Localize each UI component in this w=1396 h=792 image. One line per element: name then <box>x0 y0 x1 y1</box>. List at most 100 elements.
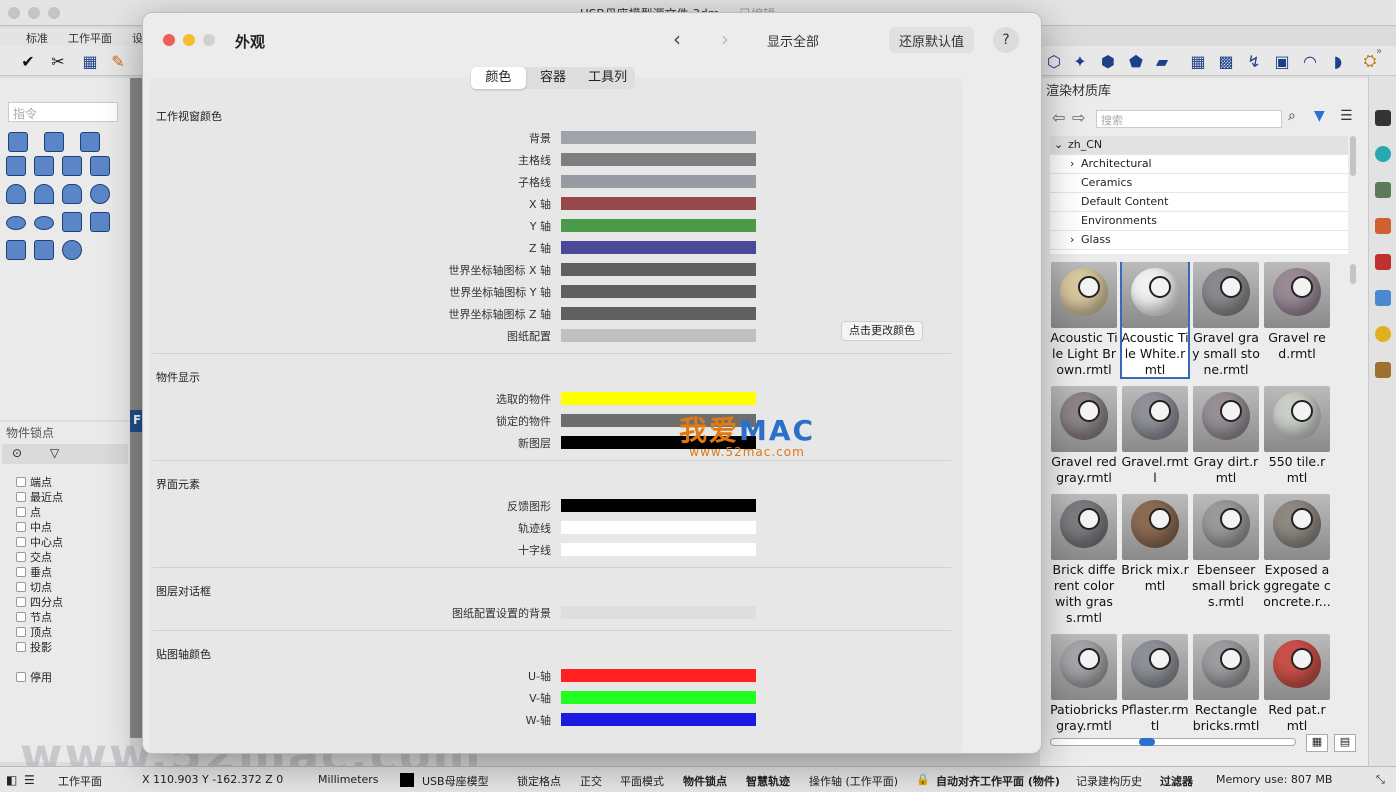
color-grid-icon[interactable] <box>1375 254 1391 270</box>
color-swatch[interactable] <box>561 713 756 726</box>
resize-icon[interactable]: ⤡ <box>1376 773 1385 787</box>
grid-view-icon[interactable]: ▦ <box>1306 734 1328 752</box>
tab-toolbars[interactable]: 工具列 <box>580 67 635 89</box>
control-points-icon[interactable] <box>62 240 82 260</box>
status-gumball[interactable]: 操作轴 (工作平面) <box>809 773 898 789</box>
command-input[interactable]: 指令 <box>8 102 118 122</box>
library-search-input[interactable]: 搜索 <box>1096 110 1282 128</box>
color-swatch[interactable] <box>561 543 756 556</box>
material-thumbnail[interactable]: Pflaster.rmtl <box>1121 634 1189 734</box>
lock-icon[interactable]: 🔒 <box>916 773 930 786</box>
color-swatch[interactable] <box>561 197 756 210</box>
bend-icon[interactable]: ↯ <box>1242 49 1266 73</box>
color-swatch[interactable] <box>561 175 756 188</box>
osnap-quad[interactable]: 四分点 <box>16 594 63 610</box>
torus-icon[interactable] <box>34 216 54 230</box>
color-swatch[interactable] <box>561 606 756 619</box>
texture-icon[interactable] <box>1375 290 1391 306</box>
light-icon[interactable] <box>1375 218 1391 234</box>
color-swatch[interactable] <box>561 153 756 166</box>
material-thumbnail[interactable]: Brick different color with grass.rmtl <box>1050 494 1118 626</box>
sparkle-icon[interactable]: ✦ <box>1068 49 1092 73</box>
material-thumbnail[interactable]: Brick mix.rmtl <box>1121 494 1189 594</box>
pipe-icon[interactable] <box>62 212 82 232</box>
material-thumbnail[interactable]: Gravel red gray.rmtl <box>1050 386 1118 486</box>
back-arrow-icon[interactable]: ⇦ <box>1052 108 1065 127</box>
list-icon[interactable]: ☰ <box>24 773 35 787</box>
osnap-point[interactable]: 点 <box>16 504 41 520</box>
osnap-project[interactable]: 投影 <box>16 639 52 655</box>
thumbnail-size-slider[interactable] <box>1050 738 1296 746</box>
box-icon[interactable] <box>90 156 110 176</box>
restore-defaults-button[interactable]: 还原默认值 <box>889 27 975 53</box>
status-units[interactable]: Millimeters <box>318 773 379 786</box>
dialog-close-button[interactable] <box>163 34 175 46</box>
osnap-disable[interactable]: 停用 <box>16 669 52 685</box>
polygon-icon[interactable]: ⬢ <box>1096 49 1120 73</box>
sphere-material-icon[interactable] <box>1375 146 1391 162</box>
tree-item-environments[interactable]: Environments <box>1050 212 1348 231</box>
tree-item-glass[interactable]: › Glass <box>1050 231 1348 250</box>
camera-icon[interactable] <box>1375 110 1391 126</box>
surface-grid-icon[interactable]: ▣ <box>1270 49 1294 73</box>
checkmark-icon[interactable]: ✔ <box>16 49 40 73</box>
cylinder-icon[interactable] <box>6 184 26 204</box>
shape-icon[interactable]: ⬟ <box>1124 49 1148 73</box>
status-layer[interactable]: USB母座模型 <box>422 773 489 789</box>
toolbar-overflow-icon[interactable]: » <box>1376 46 1382 57</box>
osnap-center[interactable]: 中心点 <box>16 534 63 550</box>
tree-item-ceramics[interactable]: Ceramics <box>1050 174 1348 193</box>
tree-item-zh-cn[interactable]: ⌄ zh_CN <box>1050 136 1348 155</box>
key-icon[interactable] <box>1375 326 1391 342</box>
status-grid-snap[interactable]: 锁定格点 <box>517 773 561 789</box>
chevron-left-icon[interactable]: ‹ <box>673 27 681 51</box>
color-swatch[interactable] <box>561 241 756 254</box>
osnap-intersection[interactable]: 交点 <box>16 549 52 565</box>
status-record-history[interactable]: 记录建构历史 <box>1076 773 1142 789</box>
forward-arrow-icon[interactable]: ⇨ <box>1072 108 1085 127</box>
help-button[interactable]: ? <box>993 27 1019 53</box>
layer-icon[interactable] <box>1375 182 1391 198</box>
layer-color-swatch[interactable] <box>400 773 414 787</box>
material-thumbnail[interactable]: Exposed aggregate concrete.r... <box>1263 494 1331 610</box>
osnap-near[interactable]: 最近点 <box>16 489 63 505</box>
tools-icon[interactable]: ✂ <box>46 49 70 73</box>
status-cplane[interactable]: 工作平面 <box>58 773 102 789</box>
status-auto-cplane[interactable]: 自动对齐工作平面 (物件) <box>936 773 1060 789</box>
tree-item-default-content[interactable]: Default Content <box>1050 193 1348 212</box>
osnap-knot[interactable]: 节点 <box>16 609 52 625</box>
material-thumbnail[interactable]: Gray dirt.rmtl <box>1192 386 1260 486</box>
filter-icon[interactable]: ▽ <box>50 446 59 460</box>
material-thumbnail[interactable]: Gravel gray small stone.rmtl <box>1192 262 1260 378</box>
search-icon[interactable]: ⌕ <box>1288 108 1296 124</box>
mesh-grid-icon[interactable]: ▩ <box>1214 49 1238 73</box>
sphere-icon[interactable] <box>90 184 110 204</box>
osnap-perp[interactable]: 垂点 <box>16 564 52 580</box>
show-all-button[interactable]: 显示全部 <box>757 27 829 53</box>
grid-snap-icon[interactable]: ▦ <box>78 49 102 73</box>
plane-icon[interactable] <box>6 156 26 176</box>
dialog-minimize-button[interactable] <box>183 34 195 46</box>
osnap-target-icon[interactable]: ⊙ <box>12 446 22 460</box>
slab-icon[interactable]: ▰ <box>1150 49 1174 73</box>
status-planar[interactable]: 平面模式 <box>620 773 664 789</box>
menu-icon[interactable]: ☰ <box>1340 108 1353 124</box>
osnap-tan[interactable]: 切点 <box>16 579 52 595</box>
curve-icon[interactable]: ◠ <box>1298 49 1322 73</box>
tab-colors[interactable]: 颜色 <box>471 67 526 89</box>
surface-tool-icon[interactable] <box>8 132 28 152</box>
color-swatch[interactable] <box>561 669 756 682</box>
color-swatch[interactable] <box>561 131 756 144</box>
mesh-tool-icon[interactable] <box>80 132 100 152</box>
list-view-icon[interactable]: ▤ <box>1334 734 1356 752</box>
color-swatch[interactable] <box>561 499 756 512</box>
panel-toggle-icon[interactable]: ◧ <box>6 773 17 787</box>
color-swatch[interactable] <box>561 521 756 534</box>
material-thumbnail[interactable]: Red pat.rmtl <box>1263 634 1331 734</box>
hexagon-icon[interactable]: ⬡ <box>1042 49 1066 73</box>
material-thumbnail[interactable]: Acoustic Tile White.rmtl <box>1120 262 1190 379</box>
change-color-button[interactable]: 点击更改颜色 <box>841 321 923 341</box>
osnap-mid[interactable]: 中点 <box>16 519 52 535</box>
status-ortho[interactable]: 正交 <box>580 773 602 789</box>
tab-cplanes[interactable]: 工作平面 <box>68 30 112 46</box>
